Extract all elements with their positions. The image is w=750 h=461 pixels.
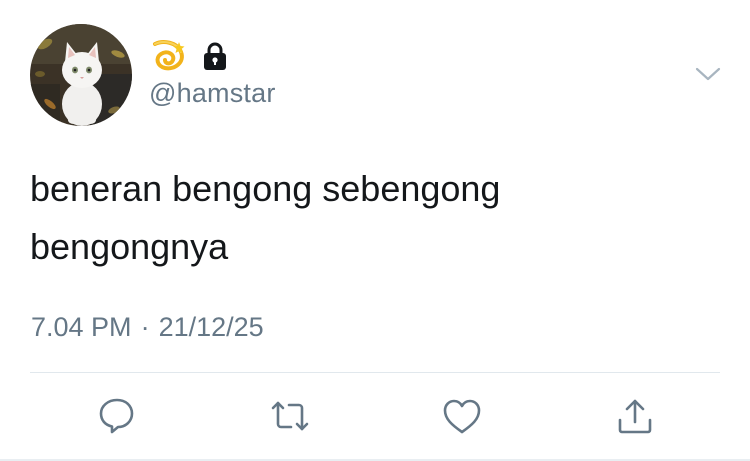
like-icon [440, 396, 484, 436]
tweet-time: 7.04 PM [31, 312, 132, 342]
tweet-text-line: bengongnya [30, 226, 229, 267]
retweet-icon [268, 396, 312, 436]
tweet-text-line: beneran bengong sebengong [30, 168, 501, 209]
retweet-button[interactable] [268, 396, 312, 436]
tweet-text: beneran bengong sebengong bengongnya [30, 160, 720, 276]
user-handle[interactable]: @hamstar [149, 78, 276, 109]
chevron-down-icon[interactable] [694, 64, 722, 84]
timestamp-separator: · [140, 312, 150, 342]
like-button[interactable] [440, 396, 484, 436]
reply-icon [95, 396, 139, 436]
display-name [149, 38, 229, 74]
reply-button[interactable] [95, 396, 139, 436]
tweet-date: 21/12/25 [158, 312, 264, 342]
tweet-timestamp[interactable]: 7.04 PM · 21/12/25 [31, 312, 264, 343]
divider [30, 372, 720, 373]
lock-icon [201, 41, 229, 71]
share-button[interactable] [613, 396, 657, 436]
avatar[interactable] [30, 24, 132, 126]
share-icon [613, 396, 657, 436]
dizzy-icon [149, 38, 187, 74]
